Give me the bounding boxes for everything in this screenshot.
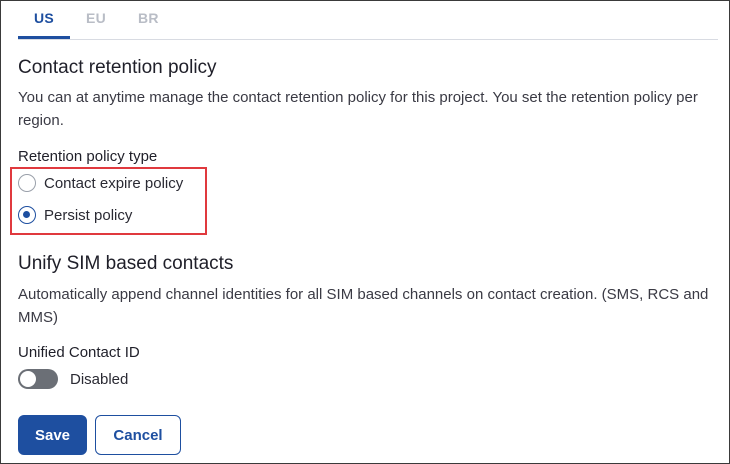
tab-us[interactable]: US (34, 10, 54, 26)
retention-policy-title: Contact retention policy (18, 57, 217, 78)
region-tabs: US EU BR (18, 1, 718, 40)
retention-policy-description: You can at anytime manage the contact re… (18, 89, 698, 129)
settings-panel: US EU BR Contact retention policy You ca… (0, 0, 730, 464)
retention-type-label: Retention policy type (18, 148, 158, 165)
save-button[interactable]: Save (18, 415, 87, 455)
unified-contact-id-toggle[interactable] (18, 369, 58, 389)
unified-contact-id-row: Disabled (18, 368, 128, 390)
radio-button-contact-expire[interactable] (18, 174, 36, 192)
toggle-knob (20, 371, 36, 387)
unified-contact-id-label: Unified Contact ID (18, 344, 140, 361)
unify-sim-description: Automatically append channel identities … (18, 286, 709, 326)
radio-label-contact-expire: Contact expire policy (44, 174, 184, 192)
radio-button-persist[interactable] (18, 206, 36, 224)
radio-label-persist: Persist policy (44, 206, 133, 224)
tab-eu[interactable]: EU (86, 10, 106, 26)
cancel-button[interactable]: Cancel (95, 415, 181, 455)
radio-option-persist[interactable]: Persist policy (18, 205, 132, 225)
active-tab-indicator (18, 36, 70, 39)
tab-br[interactable]: BR (138, 10, 159, 26)
unify-sim-title: Unify SIM based contacts (18, 253, 234, 274)
toggle-state-label: Disabled (70, 370, 129, 388)
radio-option-contact-expire[interactable]: Contact expire policy (18, 173, 183, 193)
